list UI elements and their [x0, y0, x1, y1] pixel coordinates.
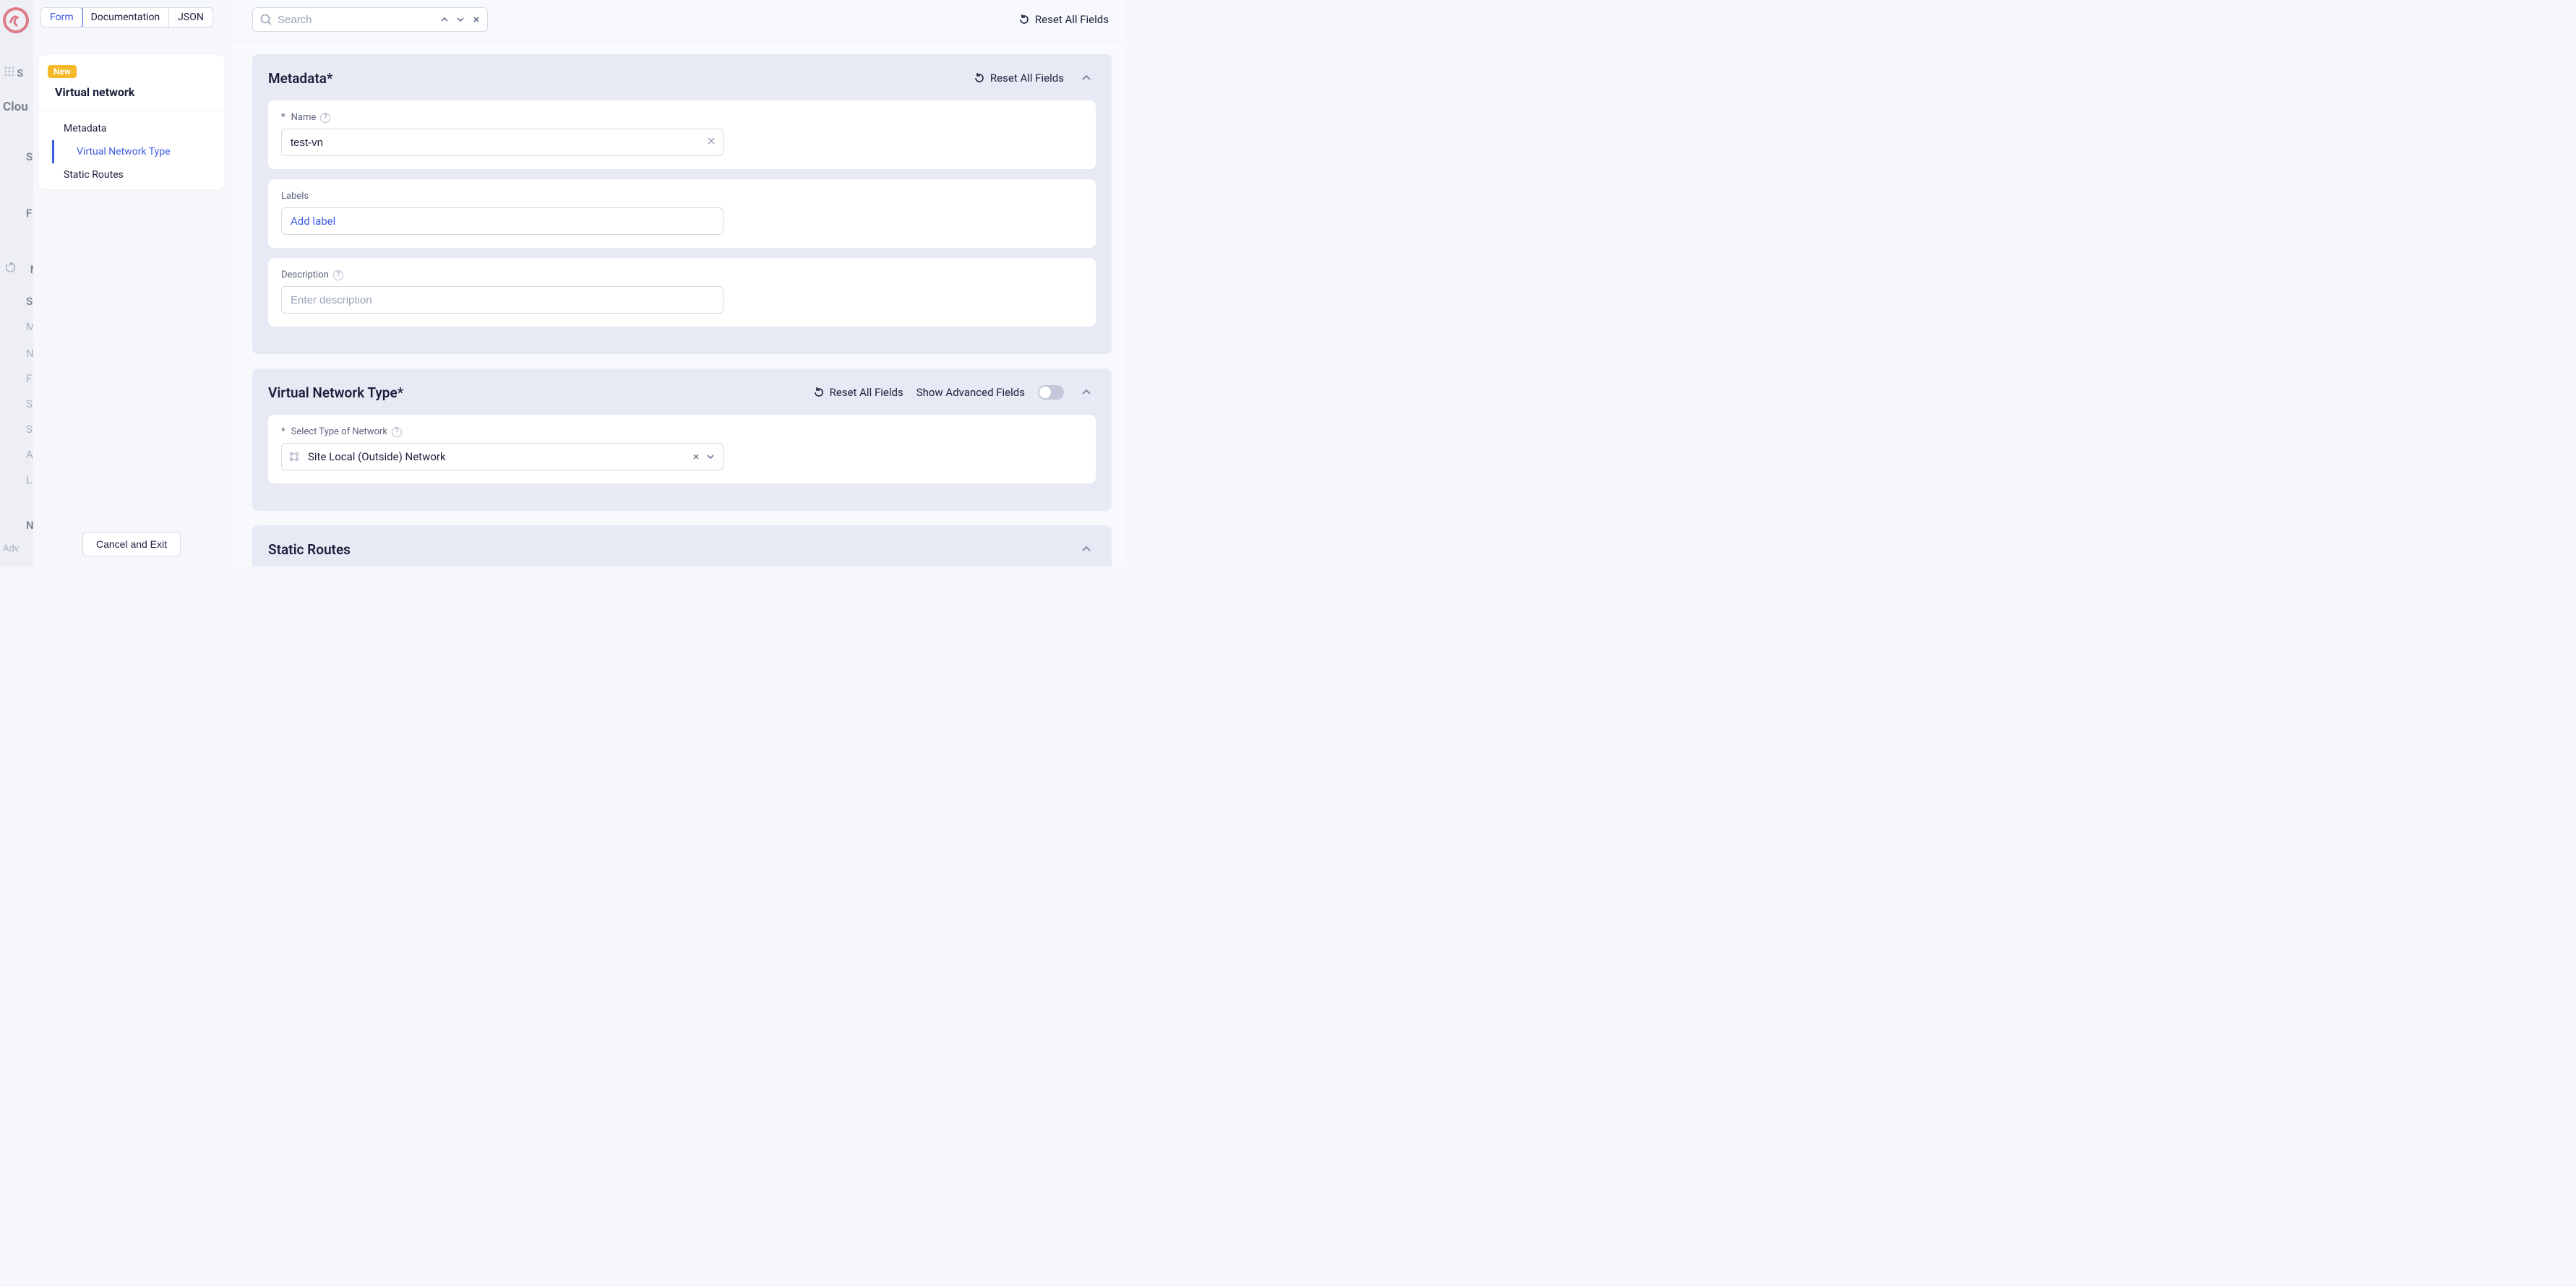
search-wrap [252, 7, 488, 32]
help-icon[interactable]: ? [333, 270, 343, 280]
search-next-icon[interactable] [453, 12, 468, 27]
clear-select-icon[interactable] [690, 450, 703, 463]
app-switcher-label: S [4, 66, 23, 79]
section-virtual-network-type: Virtual Network Type* Reset All Fields S… [252, 369, 1112, 511]
reset-label: Reset All Fields [830, 386, 903, 399]
bg-item: F [26, 372, 32, 385]
new-badge: New [48, 65, 77, 78]
help-icon[interactable]: ? [392, 427, 402, 437]
section-title-static-routes: Static Routes [268, 541, 351, 558]
field-labels: Labels Add label [268, 179, 1096, 248]
bg-item: S [26, 150, 33, 163]
bg-item: A [26, 448, 33, 461]
cancel-exit-button[interactable]: Cancel and Exit [82, 532, 181, 556]
chevron-down-icon[interactable] [704, 450, 717, 463]
reset-icon [1018, 13, 1031, 26]
search-prev-icon[interactable] [437, 12, 452, 27]
bg-item: S [26, 423, 33, 436]
collapse-static-routes-icon[interactable] [1077, 540, 1096, 559]
field-select-network-type: *Select Type of Network ? Site Local (Ou… [268, 415, 1096, 483]
nav-item-metadata[interactable]: Metadata [39, 117, 224, 140]
brand-logo-icon [1, 6, 30, 35]
description-label: Description ? [281, 270, 1083, 280]
section-static-routes: Static Routes [252, 525, 1112, 567]
section-metadata: Metadata* Reset All Fields *N [252, 54, 1112, 354]
reset-all-fields-label: Reset All Fields [1035, 13, 1109, 26]
network-type-select[interactable]: Site Local (Outside) Network [281, 443, 724, 470]
brand-text-partial: Clou [3, 100, 28, 114]
search-clear-icon[interactable] [469, 12, 484, 27]
tab-documentation[interactable]: Documentation [82, 8, 170, 27]
name-label: *Name ? [281, 112, 1083, 123]
background-dimmed: S Clou S F N S M N F S S A L N Adv [0, 0, 33, 567]
toolbar: Reset All Fields [231, 0, 1125, 41]
reset-icon [973, 72, 986, 85]
bg-item: L [26, 473, 32, 486]
select-type-label: *Select Type of Network ? [281, 426, 1083, 437]
collapse-metadata-icon[interactable] [1077, 69, 1096, 87]
reset-label: Reset All Fields [990, 72, 1064, 85]
add-label-button[interactable]: Add label [281, 207, 724, 235]
reset-fields-metadata[interactable]: Reset All Fields [973, 72, 1064, 85]
search-icon [259, 13, 272, 26]
tab-form[interactable]: Form [40, 7, 83, 27]
nav-list: Metadata Virtual Network Type Static Rou… [39, 111, 224, 186]
bg-item: Adv [3, 543, 19, 554]
view-tabs: Form Documentation JSON [40, 7, 213, 27]
bg-item: S [26, 295, 33, 308]
right-column: Reset All Fields Metadata* Reset All Fie… [230, 0, 1125, 567]
show-advanced-label: Show Advanced Fields [916, 386, 1025, 399]
nav-item-virtual-network-type[interactable]: Virtual Network Type [52, 140, 224, 163]
reset-fields-vntype[interactable]: Reset All Fields [812, 386, 903, 399]
nav-item-static-routes[interactable]: Static Routes [39, 163, 224, 186]
help-icon[interactable]: ? [320, 113, 330, 123]
nav-title: Virtual network [39, 78, 224, 111]
nav-card: New Virtual network Metadata Virtual Net… [39, 55, 224, 189]
reset-icon [812, 386, 825, 399]
show-advanced-toggle[interactable] [1038, 385, 1064, 400]
network-type-icon [282, 451, 306, 462]
network-type-value: Site Local (Outside) Network [306, 450, 690, 463]
left-column: Form Documentation JSON New Virtual netw… [33, 0, 230, 567]
description-input[interactable] [281, 286, 724, 314]
reset-all-fields-global[interactable]: Reset All Fields [1018, 13, 1109, 26]
bg-item: F [26, 207, 32, 220]
bg-item: S [26, 397, 33, 410]
name-input[interactable] [281, 129, 724, 156]
tab-json[interactable]: JSON [169, 8, 212, 27]
section-title-vntype: Virtual Network Type* [268, 384, 403, 401]
labels-label: Labels [281, 191, 1083, 202]
editor-panel: Form Documentation JSON New Virtual netw… [33, 0, 1125, 567]
field-description: Description ? [268, 258, 1096, 327]
collapse-vntype-icon[interactable] [1077, 383, 1096, 402]
section-title-metadata: Metadata* [268, 70, 332, 87]
field-name: *Name ? [268, 100, 1096, 169]
clear-name-icon[interactable] [706, 136, 716, 146]
form-scroll[interactable]: Metadata* Reset All Fields *N [231, 41, 1125, 567]
